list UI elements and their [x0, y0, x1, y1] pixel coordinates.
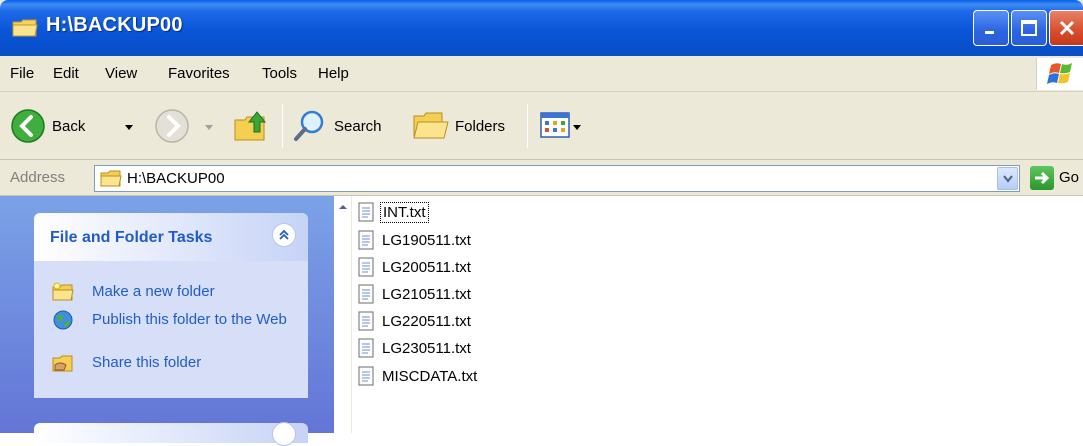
- toolbar-separator: [282, 104, 283, 148]
- title-bar[interactable]: H:\BACKUP00: [0, 0, 1083, 56]
- menu-edit[interactable]: Edit: [53, 65, 79, 82]
- close-icon: [1059, 20, 1074, 36]
- chevron-up-icon: [279, 229, 289, 240]
- file-name: LG220511.txt: [382, 312, 471, 330]
- file-name: INT.txt: [380, 201, 429, 223]
- file-name: LG230511.txt: [382, 339, 471, 357]
- task-pane: File and Folder Tasks Make a new folder …: [0, 196, 334, 446]
- address-label: Address: [10, 169, 66, 186]
- collapsed-panel-header[interactable]: [34, 423, 308, 443]
- file-item[interactable]: LG210511.txt: [358, 282, 473, 306]
- text-file-icon: [358, 311, 374, 331]
- minimize-button[interactable]: [973, 10, 1009, 46]
- panel-header[interactable]: File and Folder Tasks: [34, 213, 308, 261]
- maximize-icon: [1021, 20, 1037, 36]
- file-name: LG190511.txt: [382, 231, 471, 249]
- minimize-icon: [985, 31, 994, 34]
- chevron-down-icon: [1002, 174, 1013, 183]
- publish-folder-link[interactable]: Publish this folder to the Web: [92, 311, 292, 328]
- file-item[interactable]: LG230511.txt: [358, 336, 473, 360]
- text-file-icon: [358, 230, 374, 250]
- file-item[interactable]: MISCDATA.txt: [358, 364, 479, 388]
- menu-file[interactable]: File: [10, 65, 34, 82]
- menu-tools[interactable]: Tools: [262, 65, 297, 82]
- text-file-icon: [358, 284, 374, 304]
- file-name: LG210511.txt: [382, 285, 471, 303]
- address-input[interactable]: H:\BACKUP00: [94, 165, 1020, 192]
- globe-icon: [53, 310, 73, 330]
- file-item[interactable]: LG190511.txt: [358, 228, 473, 252]
- text-file-icon: [358, 257, 374, 277]
- file-item[interactable]: INT.txt: [358, 200, 429, 224]
- forward-dropdown-icon[interactable]: [205, 125, 213, 130]
- views-dropdown-icon[interactable]: [573, 125, 581, 130]
- close-button[interactable]: [1049, 10, 1083, 46]
- maximize-button[interactable]: [1011, 10, 1047, 46]
- back-button-label[interactable]: Back: [52, 118, 85, 135]
- collapse-button[interactable]: [272, 223, 296, 247]
- share-folder-link[interactable]: Share this folder: [92, 354, 201, 371]
- folders-icon[interactable]: [412, 108, 450, 142]
- search-icon[interactable]: [292, 108, 328, 144]
- text-file-icon: [358, 366, 374, 386]
- file-name: LG200511.txt: [382, 258, 471, 276]
- toolbar-separator: [527, 104, 528, 148]
- make-new-folder-link[interactable]: Make a new folder: [92, 283, 215, 300]
- scrollbar[interactable]: [334, 196, 352, 433]
- chevron-up-icon[interactable]: [336, 200, 350, 214]
- windows-logo: [1036, 58, 1083, 90]
- up-folder-icon[interactable]: [232, 108, 270, 144]
- toolbar: Back Search Folders: [0, 92, 1083, 160]
- go-label[interactable]: Go: [1059, 169, 1079, 186]
- menu-bar: File Edit View Favorites Tools Help: [0, 56, 1083, 92]
- file-name: MISCDATA.txt: [382, 367, 478, 385]
- windows-flag-icon: [1047, 63, 1072, 84]
- address-bar: Address H:\BACKUP00 Go: [0, 160, 1083, 196]
- views-icon[interactable]: [540, 112, 570, 138]
- folder-icon: [12, 19, 38, 37]
- search-button-label[interactable]: Search: [334, 118, 382, 135]
- window-title: H:\BACKUP00: [46, 14, 183, 36]
- file-item[interactable]: LG220511.txt: [358, 309, 473, 333]
- explorer-window: H:\BACKUP00 File Edit View Favorites Too…: [0, 0, 1083, 446]
- menu-favorites[interactable]: Favorites: [168, 65, 230, 82]
- file-item[interactable]: LG200511.txt: [358, 255, 473, 279]
- address-value: H:\BACKUP00: [127, 170, 225, 187]
- folders-button-label[interactable]: Folders: [455, 118, 505, 135]
- text-file-icon: [358, 202, 374, 222]
- text-file-icon: [358, 338, 374, 358]
- file-folder-tasks-panel: File and Folder Tasks Make a new folder …: [34, 213, 308, 398]
- menu-help[interactable]: Help: [318, 65, 349, 82]
- address-dropdown-button[interactable]: [997, 167, 1018, 190]
- file-list: INT.txt LG190511.txt LG200511.txt LG2105…: [352, 196, 1083, 433]
- go-button[interactable]: [1030, 166, 1054, 190]
- back-arrow-icon[interactable]: [10, 108, 46, 144]
- new-folder-icon: [52, 282, 74, 301]
- panel-title: File and Folder Tasks: [50, 229, 213, 246]
- share-folder-icon: [52, 355, 73, 372]
- back-dropdown-icon[interactable]: [125, 125, 133, 130]
- expand-button[interactable]: [272, 422, 296, 446]
- folder-icon: [100, 170, 122, 187]
- forward-arrow-icon[interactable]: [154, 108, 190, 144]
- menu-view[interactable]: View: [105, 65, 137, 82]
- go-arrow-icon: [1035, 171, 1050, 185]
